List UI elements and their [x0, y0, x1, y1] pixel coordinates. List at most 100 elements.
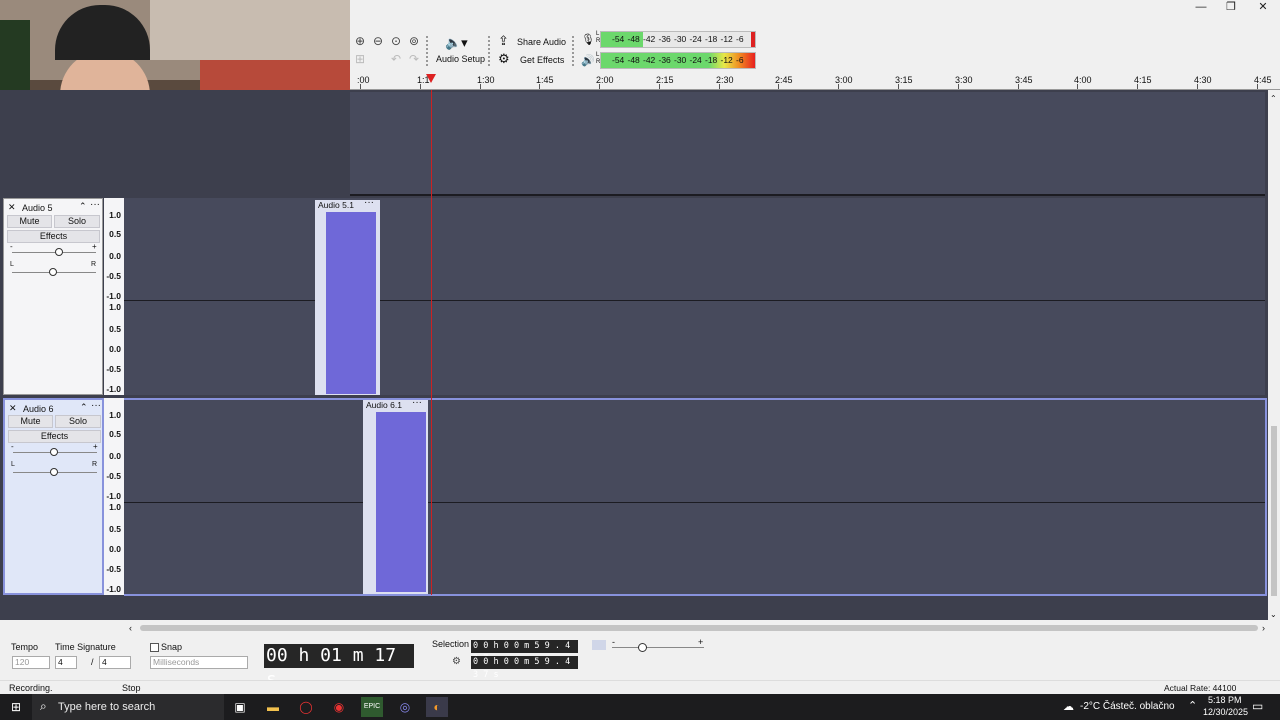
horizontal-scroll-thumb[interactable] [140, 625, 1258, 631]
app-icon[interactable]: ◎ [394, 697, 416, 717]
scroll-up-icon[interactable]: ⌃ [1270, 94, 1277, 103]
pan-slider-thumb[interactable] [49, 268, 57, 276]
audio-setup-button[interactable]: Audio Setup [436, 54, 485, 64]
playhead-marker-icon[interactable] [426, 74, 436, 83]
speed-slider-track[interactable] [612, 647, 704, 648]
ruler-tick [778, 84, 779, 89]
share-icon[interactable]: ⇪ [498, 33, 509, 49]
clock-time[interactable]: 5:18 PM [1208, 695, 1242, 705]
track-lane-audio-5[interactable] [124, 198, 1265, 395]
scroll-right-icon[interactable]: › [1262, 623, 1265, 633]
clip-audio-6-1[interactable]: Audio 6.1 ··· [363, 398, 428, 594]
clip-menu-icon[interactable]: ··· [364, 198, 374, 208]
epic-games-icon[interactable]: EPIC [361, 697, 383, 717]
tray-chevron-icon[interactable]: ⌃ [1188, 699, 1197, 712]
restore-button[interactable]: ❐ [1216, 0, 1246, 14]
gain-slider-thumb[interactable] [55, 248, 63, 256]
time-signature-denominator[interactable]: 4 [99, 656, 131, 669]
selection-settings-icon[interactable]: ⚙ [452, 656, 461, 667]
ruler-tick [1197, 84, 1198, 89]
scroll-down-icon[interactable]: ⌄ [1270, 610, 1277, 619]
speaker-icon[interactable]: 🔈▾ [445, 35, 468, 51]
track-lane-audio-6[interactable] [124, 398, 1267, 596]
undo-icon[interactable]: ↶ [388, 51, 404, 67]
pan-slider-thumb[interactable] [50, 468, 58, 476]
toolbar-grip[interactable] [488, 36, 492, 66]
solo-button[interactable]: Solo [54, 215, 100, 228]
clock-date[interactable]: 12/30/2025 [1203, 707, 1248, 717]
fit-selection-icon[interactable]: ⊙ [388, 33, 404, 49]
status-bar: Recording. Stop Actual Rate: 44100 [0, 680, 1280, 694]
clip-menu-icon[interactable]: ··· [412, 398, 422, 408]
track-menu-icon[interactable]: ··· [90, 199, 100, 210]
collapse-icon[interactable]: ⌃ [80, 402, 88, 413]
toolbar-grip[interactable] [426, 36, 430, 66]
gain-slider-track[interactable] [12, 252, 96, 253]
empty-track-area[interactable] [350, 92, 1265, 196]
vertical-scroll-thumb[interactable] [1271, 426, 1277, 596]
weather-icon[interactable]: ☁ [1063, 700, 1074, 713]
windows-start-icon[interactable]: ⊞ [5, 697, 27, 717]
horizontal-scrollbar-strip[interactable]: ‹ › [0, 620, 1280, 636]
selection-start-display[interactable]: 0 0 h 0 0 m 5 9 . 4 3 7 s [471, 640, 578, 664]
track-name[interactable]: Audio 5 [22, 203, 53, 213]
close-track-icon[interactable]: ✕ [9, 403, 17, 414]
zoom-out-icon[interactable]: ⊖ [370, 33, 386, 49]
track-name[interactable]: Audio 6 [23, 404, 54, 414]
play-at-speed-icon[interactable] [592, 640, 606, 650]
time-signature-numerator[interactable]: 4 [55, 656, 77, 669]
file-explorer-icon[interactable]: ▬ [262, 697, 284, 717]
clip-audio-5-1[interactable]: Audio 5.1 ··· [315, 198, 380, 395]
toolbar-grip[interactable] [572, 36, 576, 66]
clip-header[interactable]: Audio 6.1 ··· [363, 398, 428, 410]
track-control-audio-6[interactable]: ✕ Audio 6 ⌃ ··· Mute Solo Effects - + L … [3, 398, 104, 595]
speed-minus-label: - [612, 637, 615, 647]
microphone-icon[interactable]: 🎙 [581, 33, 595, 46]
notification-icon[interactable]: ▭ [1252, 699, 1263, 713]
audacity-icon[interactable]: ◐ [426, 697, 448, 717]
taskbar-search[interactable]: ⌕ Type here to search [32, 694, 224, 720]
speaker-meter-icon[interactable]: 🔊 [581, 54, 595, 67]
task-view-icon[interactable]: ▣ [229, 697, 251, 717]
mute-button[interactable]: Mute [7, 215, 52, 228]
clip-name: Audio 6.1 [366, 400, 402, 410]
clip-header[interactable]: Audio 5.1 ··· [315, 198, 380, 210]
effects-button[interactable]: Effects [8, 430, 101, 443]
minimize-button[interactable]: — [1186, 0, 1216, 14]
browser-icon[interactable]: ◉ [328, 697, 350, 717]
mute-button[interactable]: Mute [8, 415, 53, 428]
solo-button[interactable]: Solo [55, 415, 101, 428]
tempo-input[interactable]: 120 [12, 656, 50, 669]
share-audio-button[interactable]: Share Audio [517, 37, 566, 47]
get-effects-button[interactable]: Get Effects [520, 55, 564, 65]
zoom-in-icon[interactable]: ⊕ [352, 33, 368, 49]
vertical-scrollbar[interactable]: ⌃ ⌄ [1268, 90, 1280, 620]
timeline-ruler[interactable]: :00 1:1 1:30 1:45 2:00 2:15 2:30 2:45 3:00 3:15 3:… [350, 72, 1280, 90]
speed-slider-thumb[interactable] [638, 643, 647, 652]
scroll-left-icon[interactable]: ‹ [129, 623, 132, 633]
selection-label: Selection [432, 639, 470, 649]
amplitude-scale-audio-6: 1.0 0.5 0.0 -0.5 -1.0 1.0 0.5 0.0 -0.5 -… [104, 398, 124, 595]
time-display[interactable]: 00 h 01 m 17 s [264, 644, 414, 690]
weather-text[interactable]: -2°C Částeč. oblačno [1080, 701, 1175, 712]
snap-checkbox[interactable] [150, 643, 159, 652]
trim-icon[interactable]: ⊞ [352, 51, 368, 67]
selection-end-display[interactable]: 0 0 h 0 0 m 5 9 . 4 3 7 s [471, 656, 578, 680]
snap-unit-select[interactable]: Milliseconds [150, 656, 248, 669]
plugin-icon[interactable]: ⚙ [498, 51, 510, 67]
close-track-icon[interactable]: ✕ [8, 202, 16, 213]
close-button[interactable]: ✕ [1248, 0, 1278, 14]
effects-button[interactable]: Effects [7, 230, 100, 243]
tracks-area[interactable]: ✕ Audio 5 ⌃ ··· Mute Solo Effects - + L … [0, 90, 1280, 620]
search-icon: ⌕ [40, 699, 47, 713]
fit-project-icon[interactable]: ⊚ [406, 33, 422, 49]
pan-l-label: L [11, 461, 15, 468]
collapse-icon[interactable]: ⌃ [79, 201, 87, 212]
track-menu-icon[interactable]: ··· [91, 400, 101, 411]
redo-icon[interactable]: ↷ [406, 51, 422, 67]
gain-slider-thumb[interactable] [50, 448, 58, 456]
opera-icon[interactable]: ◯ [295, 697, 317, 717]
clip-body[interactable] [363, 410, 428, 594]
clip-body[interactable] [315, 210, 380, 395]
track-control-audio-5[interactable]: ✕ Audio 5 ⌃ ··· Mute Solo Effects - + L … [3, 198, 103, 395]
